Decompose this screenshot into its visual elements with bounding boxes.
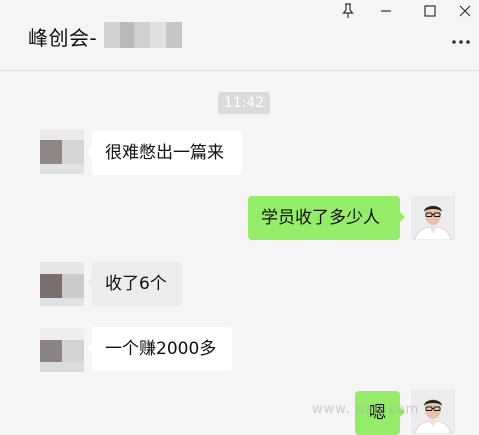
minimize-button[interactable] xyxy=(366,0,406,22)
maximize-icon xyxy=(424,5,436,17)
message-text: 一个赚2000多 xyxy=(105,339,217,359)
my-avatar[interactable] xyxy=(411,196,455,240)
pin-button[interactable] xyxy=(328,0,368,22)
message-text: 很难憋出一篇来 xyxy=(105,143,224,163)
contact-avatar[interactable] xyxy=(40,262,84,306)
message-timestamp: 11:42 xyxy=(218,92,270,114)
contact-avatar[interactable] xyxy=(40,328,84,372)
pin-icon xyxy=(342,3,354,18)
message-bubble-incoming[interactable]: 很难憋出一篇来 xyxy=(87,131,242,175)
contact-avatar[interactable] xyxy=(40,130,84,174)
close-button[interactable] xyxy=(450,0,479,22)
message-bubble-outgoing[interactable]: 学员收了多少人 xyxy=(248,196,405,240)
minimize-icon xyxy=(381,10,391,12)
message-bubble-incoming[interactable]: 一个赚2000多 xyxy=(87,327,232,371)
maximize-button[interactable] xyxy=(410,0,450,22)
blurred-title-part xyxy=(104,20,182,50)
message-text: 收了6个 xyxy=(105,274,167,294)
more-button[interactable] xyxy=(449,32,473,52)
chat-title: 峰创会- xyxy=(28,26,98,50)
message-text: 学员收了多少人 xyxy=(261,208,380,228)
person-photo-icon xyxy=(411,196,455,240)
more-icon xyxy=(452,40,470,44)
close-icon xyxy=(459,5,470,17)
message-bubble-incoming[interactable]: 收了6个 xyxy=(87,262,182,306)
title-bar: 峰创会- xyxy=(0,0,479,71)
watermark: www. uan.com xyxy=(312,402,420,417)
